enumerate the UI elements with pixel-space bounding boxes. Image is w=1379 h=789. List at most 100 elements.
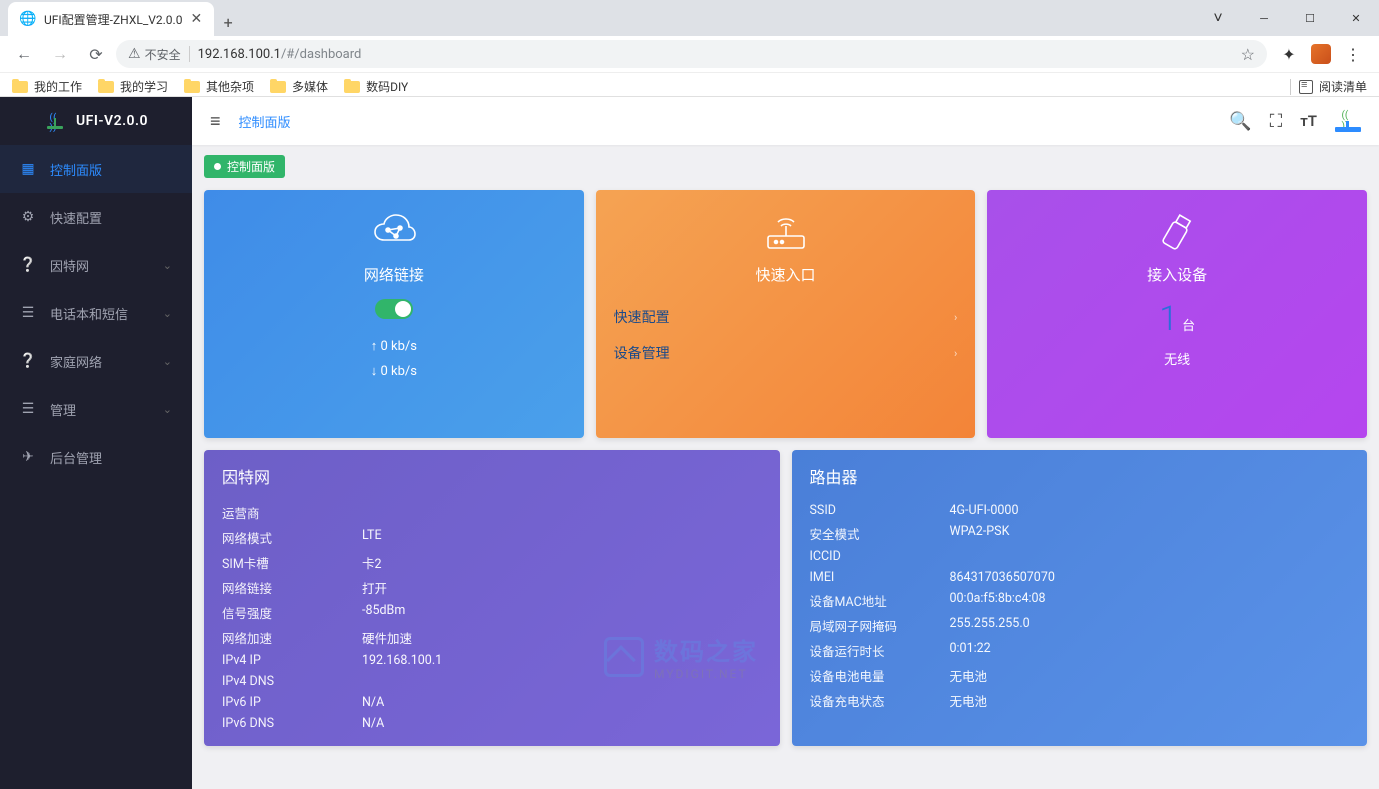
cloud-icon — [370, 208, 418, 256]
divider — [189, 46, 190, 62]
download-speed: ↓ 0 kb/s — [222, 360, 566, 385]
list-icon: ☰ — [20, 305, 36, 321]
panel-title: 路由器 — [810, 464, 1350, 488]
nav-quick-config[interactable]: ⚙ 快速配置 — [0, 193, 192, 241]
router-status-icon[interactable]: (( )) — [1335, 110, 1361, 132]
maximize-button[interactable]: ☐ — [1287, 3, 1333, 33]
router-table: SSID4G-UFI-0000安全模式WPA2-PSKICCIDIMEI8643… — [810, 500, 1350, 713]
tabs-dropdown-button[interactable]: ˅ — [1195, 3, 1241, 33]
kv-key: IMEI — [810, 570, 950, 585]
reload-button[interactable]: ⟳ — [80, 38, 112, 70]
kv-key: IPv6 IP — [222, 695, 362, 710]
kv-value: 864317036507070 — [950, 570, 1055, 585]
card-title: 快速入口 — [614, 264, 958, 285]
device-count: 1台 — [1005, 299, 1349, 339]
bookmark-folder[interactable]: 多媒体 — [270, 78, 328, 95]
kv-key: 运营商 — [222, 503, 362, 522]
folder-icon — [98, 81, 114, 93]
kv-row: 安全模式WPA2-PSK — [810, 521, 1350, 546]
minimize-button[interactable]: ─ — [1241, 3, 1287, 33]
nav-home-network[interactable]: ❔ 家庭网络 ⌄ — [0, 337, 192, 385]
url-box[interactable]: ⚠ 不安全 192.168.100.1/#/dashboard ☆ — [116, 40, 1267, 68]
device-manage-link[interactable]: 设备管理 › — [614, 335, 958, 371]
kv-value: 硬件加速 — [362, 628, 412, 647]
kv-key: IPv4 IP — [222, 653, 362, 668]
nav-internet[interactable]: ❔ 因特网 ⌄ — [0, 241, 192, 289]
bookmark-folder[interactable]: 我的工作 — [12, 78, 82, 95]
kv-key: IPv6 DNS — [222, 716, 362, 731]
menu-toggle-icon[interactable]: ≡ — [210, 111, 221, 132]
forward-button[interactable]: → — [44, 38, 76, 70]
kv-value: 无电池 — [950, 666, 988, 685]
kv-key: 网络模式 — [222, 528, 362, 547]
browser-menu-icon[interactable]: ⋮ — [1343, 44, 1363, 64]
kv-row: IMEI864317036507070 — [810, 567, 1350, 588]
logo-icon: (( )) — [44, 113, 66, 129]
chevron-down-icon: ⌄ — [163, 403, 172, 416]
kv-value: 00:0a:f5:8b:c4:08 — [950, 591, 1046, 610]
text-size-icon[interactable]: тT — [1300, 112, 1317, 130]
device-type-label: 无线 — [1005, 349, 1349, 368]
info-panels: 因特网 运营商网络模式LTESIM卡槽卡2网络链接打开信号强度-85dBm网络加… — [192, 450, 1379, 758]
bookmark-folder[interactable]: 数码DIY — [344, 78, 408, 95]
chevron-right-icon: › — [954, 311, 957, 324]
kv-key: 安全模式 — [810, 524, 950, 543]
tab-close-icon[interactable]: ✕ — [190, 11, 202, 27]
insecure-label: 不安全 — [145, 46, 181, 63]
kv-value: 255.255.255.0 — [950, 616, 1030, 635]
security-indicator[interactable]: ⚠ 不安全 — [128, 46, 181, 63]
kv-value: LTE — [362, 528, 382, 547]
browser-tab[interactable]: 🌐 UFI配置管理-ZHXL_V2.0.0 ✕ — [8, 2, 214, 36]
kv-key: SSID — [810, 503, 950, 518]
panel-title: 因特网 — [222, 464, 762, 488]
kv-key: 设备MAC地址 — [810, 591, 950, 610]
nav-phonebook-sms[interactable]: ☰ 电话本和短信 ⌄ — [0, 289, 192, 337]
reading-list-icon — [1299, 80, 1313, 94]
kv-key: 信号强度 — [222, 603, 362, 622]
kv-row: 网络模式LTE — [222, 525, 762, 550]
logo-text: UFI-V2.0.0 — [76, 113, 148, 129]
kv-row: 网络加速硬件加速 — [222, 625, 762, 650]
router-icon — [762, 208, 810, 256]
internet-table: 运营商网络模式LTESIM卡槽卡2网络链接打开信号强度-85dBm网络加速硬件加… — [222, 500, 762, 734]
card-quick: 快速入口 快速配置 › 设备管理 › — [596, 190, 976, 438]
usb-icon — [1144, 199, 1210, 265]
tab-title: UFI配置管理-ZHXL_V2.0.0 — [44, 11, 182, 28]
kv-row: SSID4G-UFI-0000 — [810, 500, 1350, 521]
fullscreen-icon[interactable]: ⛶ — [1270, 111, 1283, 132]
profile-avatar[interactable] — [1311, 44, 1331, 64]
kv-row: 信号强度-85dBm — [222, 600, 762, 625]
kv-row: SIM卡槽卡2 — [222, 550, 762, 575]
search-icon[interactable]: 🔍 — [1229, 111, 1251, 132]
network-toggle[interactable] — [375, 299, 413, 319]
window-controls: ˅ ─ ☐ ✕ — [1195, 0, 1379, 36]
logo[interactable]: (( )) UFI-V2.0.0 — [0, 97, 192, 145]
kv-value: -85dBm — [362, 603, 405, 622]
new-tab-button[interactable]: + — [214, 8, 242, 36]
sidebar: (( )) UFI-V2.0.0 ▦ 控制面版 ⚙ 快速配置 ❔ 因特网 ⌄ ☰… — [0, 97, 192, 789]
content: 控制面版 网络链接 ↑ 0 kb/s ↓ 0 kb/s — [192, 145, 1379, 789]
kv-row: 设备MAC地址00:0a:f5:8b:c4:08 — [810, 588, 1350, 613]
card-devices: 接入设备 1台 无线 — [987, 190, 1367, 438]
extensions-icon[interactable]: ✦ — [1279, 44, 1299, 64]
separator — [1290, 79, 1291, 95]
reading-list-button[interactable]: 阅读清单 — [1299, 78, 1367, 95]
bookmark-folder[interactable]: 我的学习 — [98, 78, 168, 95]
bookmark-star-icon[interactable]: ☆ — [1241, 45, 1255, 64]
nav-dashboard[interactable]: ▦ 控制面版 — [0, 145, 192, 193]
chevron-down-icon: ⌄ — [163, 355, 172, 368]
summary-cards: 网络链接 ↑ 0 kb/s ↓ 0 kb/s 快速入口 快速配置 › — [192, 178, 1379, 450]
quick-config-link[interactable]: 快速配置 › — [614, 299, 958, 335]
bookmark-bar: 我的工作 我的学习 其他杂项 多媒体 数码DIY 阅读清单 — [0, 72, 1379, 100]
nav-management[interactable]: ☰ 管理 ⌄ — [0, 385, 192, 433]
kv-row: 网络链接打开 — [222, 575, 762, 600]
kv-key: 网络加速 — [222, 628, 362, 647]
tab-strip: 🌐 UFI配置管理-ZHXL_V2.0.0 ✕ + ˅ ─ ☐ ✕ — [0, 0, 1379, 36]
kv-value: N/A — [362, 695, 384, 710]
nav-admin[interactable]: ✈ 后台管理 — [0, 433, 192, 481]
breadcrumb[interactable]: 控制面版 — [239, 112, 291, 131]
bookmark-folder[interactable]: 其他杂项 — [184, 78, 254, 95]
back-button[interactable]: ← — [8, 38, 40, 70]
folder-icon — [344, 81, 360, 93]
close-window-button[interactable]: ✕ — [1333, 3, 1379, 33]
